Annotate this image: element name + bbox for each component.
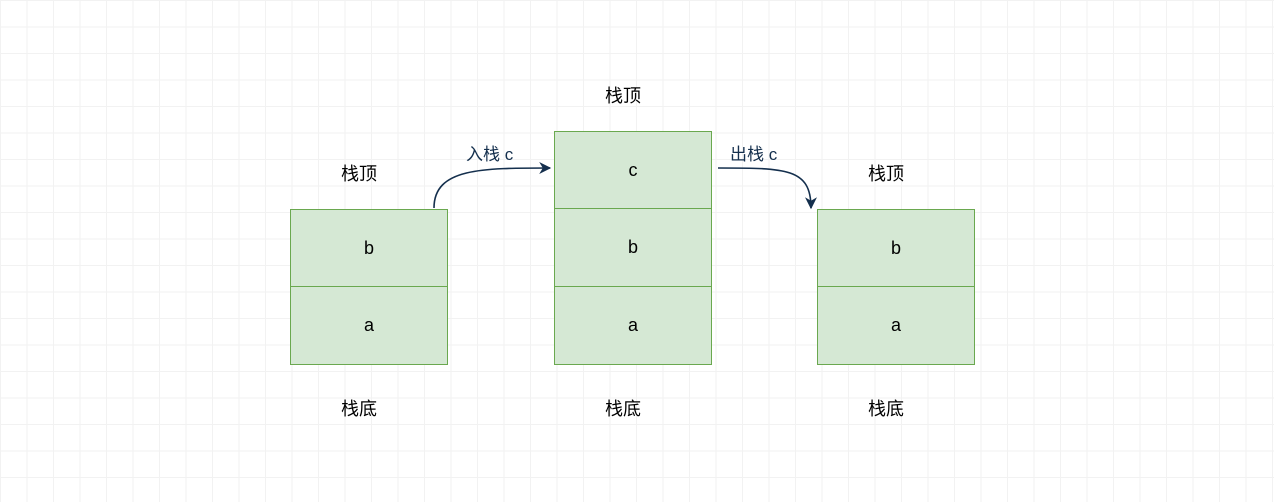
stack2: c b a xyxy=(554,131,712,365)
stack3-cell-0: b xyxy=(817,209,975,287)
stack2-top-label: 栈顶 xyxy=(605,82,641,108)
stack1: b a xyxy=(290,209,448,365)
stack1-cell-0: b xyxy=(290,209,448,287)
stack3-cell-1: a xyxy=(817,287,975,365)
stack2-cell-1: b xyxy=(554,209,712,287)
push-arrow-icon xyxy=(432,160,562,220)
stack3-bottom-label: 栈底 xyxy=(868,395,904,421)
stack3-top-label: 栈顶 xyxy=(868,160,904,186)
pop-arrow-label: 出栈 c xyxy=(730,140,777,165)
stack2-cell-0: c xyxy=(554,131,712,209)
stack1-cell-1: a xyxy=(290,287,448,365)
stack2-bottom-label: 栈底 xyxy=(605,395,641,421)
stack3: b a xyxy=(817,209,975,365)
stack1-bottom-label: 栈底 xyxy=(341,395,377,421)
pop-arrow-icon xyxy=(716,160,836,230)
diagram-canvas: 栈顶 b a 栈底 栈顶 c b a 栈底 栈顶 b a 栈底 入栈 c 出栈 xyxy=(0,0,1274,502)
push-arrow-label: 入栈 c xyxy=(466,140,513,165)
stack2-cell-2: a xyxy=(554,287,712,365)
stack1-top-label: 栈顶 xyxy=(341,160,377,186)
